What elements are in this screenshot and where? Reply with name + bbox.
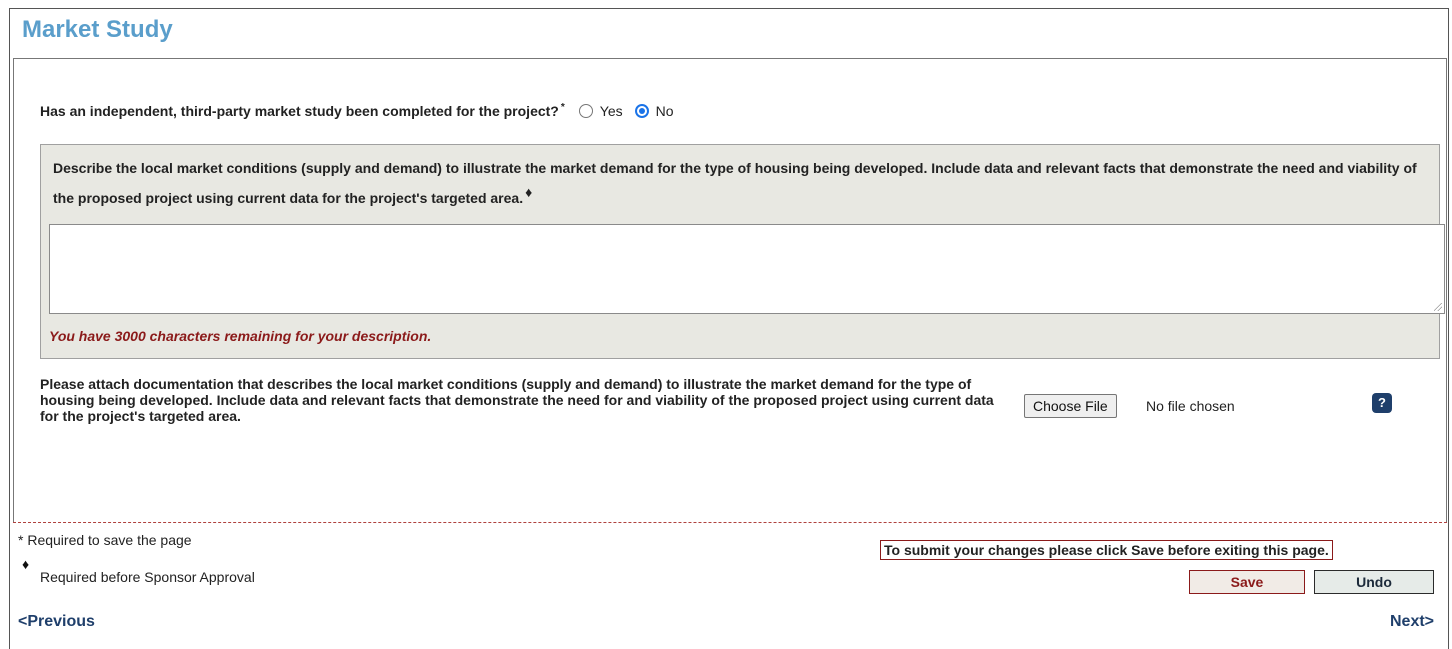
radio-yes[interactable] [578, 104, 593, 118]
radio-no[interactable] [634, 104, 649, 118]
description-section: Describe the local market conditions (su… [40, 144, 1445, 359]
attachment-label: Please attach documentation that describ… [40, 376, 994, 424]
approval-diamond-icon: ♦ [525, 184, 533, 200]
characters-remaining: You have 3000 characters remaining for y… [49, 328, 432, 344]
radio-yes-label[interactable]: Yes [600, 103, 623, 119]
approval-diamond-icon: ♦ [22, 556, 30, 572]
page-title: Market Study [22, 16, 173, 43]
file-status: No file chosen [1146, 398, 1235, 414]
required-save-note: * Required to save the page [18, 532, 192, 548]
question-label: Has an independent, third-party market s… [40, 103, 559, 119]
description-label-text: Describe the local market conditions (su… [53, 160, 1417, 206]
required-asterisk: * [560, 101, 565, 113]
market-study-question: Has an independent, third-party market s… [40, 101, 686, 120]
form-footer [13, 522, 1447, 608]
choose-file-button[interactable]: Choose File [1024, 394, 1117, 418]
description-label: Describe the local market conditions (su… [53, 153, 1423, 213]
save-button[interactable]: Save [1189, 570, 1305, 594]
resize-grip-icon[interactable] [1434, 303, 1442, 311]
description-textarea[interactable] [49, 224, 1445, 314]
market-study-radio-group: Yes No [578, 103, 686, 119]
required-approval-note: Required before Sponsor Approval [40, 569, 255, 585]
previous-link[interactable]: <Previous [18, 613, 95, 631]
submit-reminder: To submit your changes please click Save… [880, 540, 1333, 560]
radio-no-label[interactable]: No [656, 103, 674, 119]
help-icon[interactable]: ? [1372, 393, 1392, 413]
undo-button[interactable]: Undo [1314, 570, 1434, 594]
next-link[interactable]: Next> [1390, 613, 1434, 631]
